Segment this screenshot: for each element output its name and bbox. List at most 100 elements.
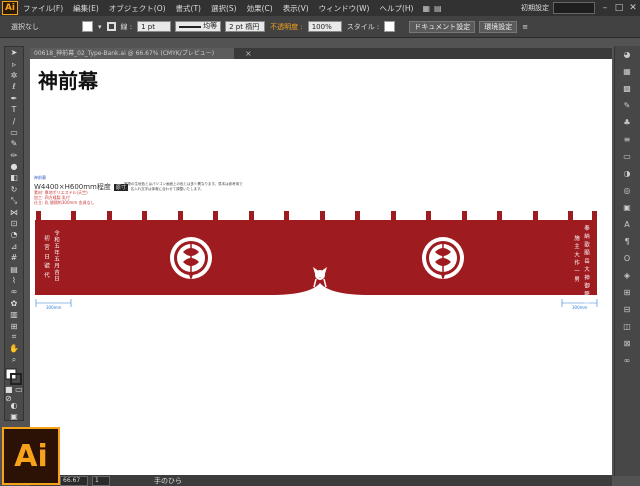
gradient-panel-icon[interactable]: ▭ xyxy=(615,148,639,165)
artboard-canvas[interactable]: 神前幕 神前幕 W4400×H600mm程度 原寸 実物の生地色とはパソコン画面… xyxy=(30,59,612,475)
column-graph-tool-icon[interactable]: ▥ xyxy=(5,309,23,320)
appearance-panel-icon[interactable]: ◎ xyxy=(615,182,639,199)
menu-window[interactable]: ウィンドウ(W) xyxy=(314,3,375,14)
dimension-right-label: 300mm xyxy=(572,305,588,310)
bridge-icon[interactable]: ▦ xyxy=(422,4,430,13)
links-panel-icon[interactable]: ∞ xyxy=(615,352,639,369)
selection-tool-icon[interactable]: ➤ xyxy=(5,47,23,58)
close-icon[interactable]: ✕ xyxy=(626,2,640,14)
slice-tool-icon[interactable]: ⌗ xyxy=(5,332,23,343)
graphic-styles-panel-icon[interactable]: ▣ xyxy=(615,199,639,216)
brushes-panel-icon[interactable]: ✎ xyxy=(615,97,639,114)
rectangle-tool-icon[interactable]: ▭ xyxy=(5,127,23,138)
blob-brush-tool-icon[interactable]: ● xyxy=(5,161,23,172)
eraser-tool-icon[interactable]: ◧ xyxy=(5,172,23,183)
status-bar: 66.67 1 手のひら xyxy=(60,475,182,486)
fill-swatch[interactable] xyxy=(82,21,93,32)
free-transform-tool-icon[interactable]: ⊡ xyxy=(5,218,23,229)
document-tab-bar: 00618_神前幕_02_Type-Bank.ai @ 66.67% (CMYK… xyxy=(30,48,612,59)
document-setup-button[interactable]: ドキュメント設定 xyxy=(409,20,476,33)
character-panel-icon[interactable]: A xyxy=(615,216,639,233)
opentype-panel-icon[interactable]: O xyxy=(615,250,639,267)
mesh-tool-icon[interactable]: # xyxy=(5,252,23,263)
scale-tool-icon[interactable]: ⤡ xyxy=(5,195,23,206)
control-bar: 選択なし ▾ 線 : 1 pt 均等 2 pt 楕円 不透明度 : 100% ス… xyxy=(0,16,640,38)
left-inscription-date: 令和五年五月吉日 xyxy=(53,230,59,282)
stroke-weight-field[interactable]: 1 pt xyxy=(137,21,172,32)
layers-panel-icon[interactable]: ◈ xyxy=(615,267,639,284)
brush-definition[interactable]: 2 pt 楕円 xyxy=(225,21,266,32)
width-tool-icon[interactable]: ⋈ xyxy=(5,206,23,217)
transform-panel-icon[interactable]: ⊠ xyxy=(615,335,639,352)
artboard-nav-field[interactable]: 1 xyxy=(92,475,110,486)
hand-tool-icon[interactable]: ✋ xyxy=(5,343,23,354)
maximize-icon[interactable]: □ xyxy=(612,2,626,14)
swatches-panel-icon[interactable]: ▩ xyxy=(615,80,639,97)
workspace-switcher[interactable]: 初期設定 xyxy=(517,3,553,13)
align-panel-icon[interactable]: ⊟ xyxy=(615,301,639,318)
variable-width-profile[interactable]: 均等 xyxy=(175,21,222,32)
menu-edit[interactable]: 編集(E) xyxy=(68,3,104,14)
zoom-field[interactable]: 66.67 xyxy=(60,475,88,486)
minimize-icon[interactable]: – xyxy=(598,2,612,14)
opacity-label[interactable]: 不透明度 : xyxy=(267,22,306,32)
document-tab[interactable]: 00618_神前幕_02_Type-Bank.ai @ 66.67% (CMYK… xyxy=(30,48,234,59)
transparency-panel-icon[interactable]: ◑ xyxy=(615,165,639,182)
graphic-style-swatch[interactable] xyxy=(384,21,396,32)
panel-menu-icon[interactable]: ≡ xyxy=(519,23,531,31)
screen-mode-icon[interactable]: ▣ xyxy=(5,411,23,422)
help-search-input[interactable] xyxy=(553,2,595,14)
paintbrush-tool-icon[interactable]: ✎ xyxy=(5,138,23,149)
pen-tool-icon[interactable]: ✒ xyxy=(5,93,23,104)
type-tool-icon[interactable]: T xyxy=(5,104,23,115)
app-logo: Ai xyxy=(2,1,18,15)
menu-help[interactable]: ヘルプ(H) xyxy=(374,3,418,14)
symbol-sprayer-tool-icon[interactable]: ✿ xyxy=(5,298,23,309)
menu-effect[interactable]: 効果(C) xyxy=(242,3,278,14)
hanging-loops xyxy=(36,211,597,221)
paragraph-panel-icon[interactable]: ¶ xyxy=(615,233,639,250)
gradient-tool-icon[interactable]: ▤ xyxy=(5,263,23,274)
right-inscription-dedication: 奉 納 歌 願 岳 大 神 御 籠 祈 xyxy=(583,225,589,306)
artboards-panel-icon[interactable]: ⊞ xyxy=(615,284,639,301)
pencil-tool-icon[interactable]: ✏ xyxy=(5,150,23,161)
blend-tool-icon[interactable]: ∞ xyxy=(5,286,23,297)
menu-select[interactable]: 選択(S) xyxy=(206,3,242,14)
preferences-button[interactable]: 環境設定 xyxy=(479,20,518,33)
lasso-tool-icon[interactable]: ℓ xyxy=(5,81,23,92)
perspective-grid-tool-icon[interactable]: ⊿ xyxy=(5,241,23,252)
pathfinder-panel-icon[interactable]: ◫ xyxy=(615,318,639,335)
opacity-field[interactable]: 100% xyxy=(307,21,342,32)
menu-type[interactable]: 書式(T) xyxy=(171,3,206,14)
eyedropper-tool-icon[interactable]: ⌇ xyxy=(5,275,23,286)
rotate-tool-icon[interactable]: ↻ xyxy=(5,184,23,195)
zoom-tool-icon[interactable]: ⌕ xyxy=(5,355,23,366)
symbols-panel-icon[interactable]: ♣ xyxy=(615,114,639,131)
shape-builder-tool-icon[interactable]: ◔ xyxy=(5,229,23,240)
menu-file[interactable]: ファイル(F) xyxy=(18,3,68,14)
line-tool-icon[interactable]: / xyxy=(5,115,23,126)
artboard-tool-icon[interactable]: ⊞ xyxy=(5,320,23,331)
color-panel-icon[interactable]: ◕ xyxy=(615,46,639,63)
current-tool-label: 手のひら xyxy=(154,476,182,485)
fill-dropdown-icon[interactable]: ▾ xyxy=(95,23,105,31)
illustrator-logo: Ai xyxy=(2,427,60,485)
color-guide-icon[interactable]: ▦ xyxy=(615,63,639,80)
magic-wand-tool-icon[interactable]: ✲ xyxy=(5,70,23,81)
right-inscription-donor: 施 主 大 作 一 男 xyxy=(573,235,579,283)
panel-dock: ◕ ▦ ▩ ✎ ♣ ≡ ▭ ◑ ◎ ▣ A ¶ O ◈ ⊞ ⊟ ◫ ⊠ ∞ xyxy=(614,46,640,476)
banner-body xyxy=(35,220,597,295)
style-label: スタイル : xyxy=(346,22,380,31)
stroke-swatch[interactable] xyxy=(106,22,116,31)
stroke-line-icon xyxy=(179,25,202,28)
menu-view[interactable]: 表示(V) xyxy=(278,3,314,14)
tab-close-icon[interactable]: × xyxy=(245,48,252,59)
stroke-panel-icon[interactable]: ≡ xyxy=(615,131,639,148)
arrange-icon[interactable]: ▤ xyxy=(434,4,442,13)
profile-label: 均等 xyxy=(203,22,218,30)
direct-selection-tool-icon[interactable]: ▹ xyxy=(5,58,23,69)
color-mode-icon[interactable]: ■ ▭ ⊘ xyxy=(5,385,23,403)
menu-object[interactable]: オブジェクト(O) xyxy=(104,3,171,14)
stroke-label: 線 : xyxy=(120,22,133,31)
left-inscription-name: 初 宮 日 號 代 xyxy=(43,235,49,279)
